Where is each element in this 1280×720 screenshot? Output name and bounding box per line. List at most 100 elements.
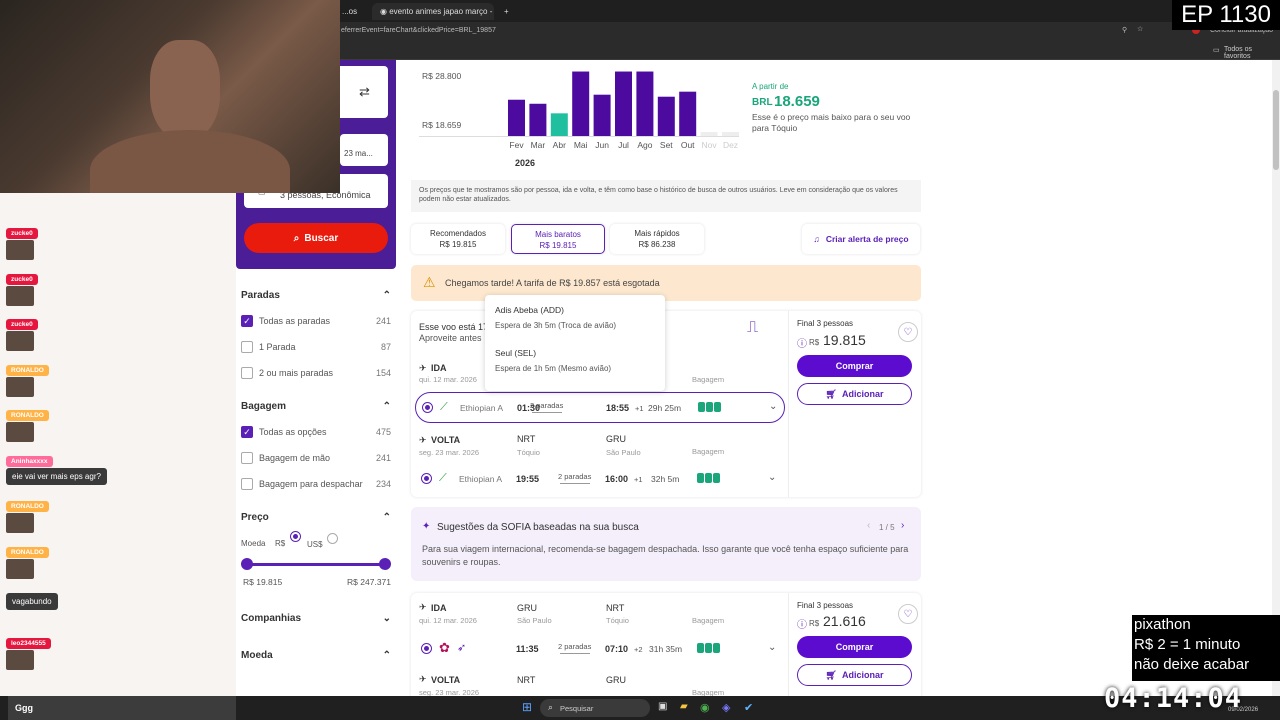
filter-option[interactable]: 1 Parada 87 xyxy=(241,341,391,353)
price-slider[interactable] xyxy=(241,557,391,577)
chevron-down-icon[interactable]: ⌄ xyxy=(768,472,776,483)
streamer-face xyxy=(150,40,220,140)
filter-section-bagagem[interactable]: Bagagem ⌃ xyxy=(241,401,391,412)
filter-section-paradas[interactable]: Paradas ⌃ xyxy=(241,290,391,301)
checkbox[interactable] xyxy=(241,341,253,353)
from-description: Esse é o preço mais baixo para o seu voo… xyxy=(752,112,911,133)
disclaimer-text: Os preços que te mostramos são por pesso… xyxy=(419,187,898,203)
flight-leg-volta[interactable]: ⟋ Ethiopian A 19:55 2 paradas 16:00 +1 3… xyxy=(415,464,785,494)
chat-input-area[interactable]: Ggg xyxy=(8,696,236,720)
chevron-left-icon[interactable]: ‹ xyxy=(867,520,870,531)
star-icon[interactable]: ☆ xyxy=(1137,25,1143,33)
sofia-text: Para sua viagem internacional, recomenda… xyxy=(422,544,909,567)
leg-radio[interactable] xyxy=(421,643,432,654)
flight-leg-ida-selected[interactable]: ⟋ Ethiopian A 01:30 2 paradas 18:55 +1 2… xyxy=(415,392,785,423)
chat-username: zucke0 xyxy=(6,319,38,330)
sort-tabs: Recomendados R$ 19.815 Mais baratos R$ 19.8… xyxy=(411,224,921,254)
search-button[interactable]: ⌕ Buscar xyxy=(244,223,388,253)
filter-option[interactable]: ✓ Todas as paradas 241 xyxy=(241,315,391,327)
heart-icon[interactable]: ♡ xyxy=(898,322,918,342)
chevron-down-icon[interactable]: ⌄ xyxy=(768,642,776,653)
bar-mar[interactable] xyxy=(529,103,547,136)
bar-out[interactable] xyxy=(679,91,697,136)
date-field[interactable]: 23 ma... xyxy=(340,134,388,166)
task-view-icon[interactable]: ▣ xyxy=(658,701,667,712)
swap-icon[interactable]: ⇄ xyxy=(359,84,370,100)
scrollbar-thumb[interactable] xyxy=(1273,90,1279,170)
windows-start-icon[interactable]: ⊞ xyxy=(522,700,532,714)
sparkle-icon: ✦ xyxy=(422,521,431,532)
all-bookmarks[interactable]: Todos os favoritos xyxy=(1224,46,1280,60)
discord-icon[interactable]: ◈ xyxy=(722,701,730,714)
buy-button[interactable]: Comprar xyxy=(797,355,912,377)
price-range-labels: R$ 19.815 R$ 247.371 xyxy=(241,577,391,591)
chevron-up-icon[interactable]: ⌃ xyxy=(383,290,391,301)
leg-radio[interactable] xyxy=(421,473,432,484)
filter-section-companhias[interactable]: Companhias ⌄ xyxy=(241,613,391,624)
add-to-cart-button[interactable]: 🛒︎ Adicionar xyxy=(797,664,912,686)
stop1-title: Adis Abeba (ADD) xyxy=(495,305,564,315)
flight-leg-ida[interactable]: ✿ ➶ 11:35 2 paradas 07:10 +2 31h 35m ⌄ xyxy=(415,634,785,664)
slider-max-handle[interactable] xyxy=(379,558,391,570)
chevron-right-icon[interactable]: › xyxy=(901,520,904,531)
bar-jun[interactable] xyxy=(593,94,611,136)
checkbox[interactable] xyxy=(241,452,253,464)
bar-ago[interactable] xyxy=(636,71,654,136)
filter-option[interactable]: 2 ou mais paradas 154 xyxy=(241,367,391,379)
sort-tab[interactable]: Recomendados R$ 19.815 xyxy=(411,224,505,254)
file-explorer-icon[interactable]: ▰ xyxy=(680,701,688,712)
stops-label[interactable]: 2 paradas xyxy=(558,642,591,651)
new-tab-button[interactable]: + xyxy=(496,3,517,20)
month-label: Fev xyxy=(509,140,524,150)
price-trend-icon: ⎍ xyxy=(747,319,759,336)
origin-code: NRT xyxy=(517,434,536,444)
month-label: Set xyxy=(660,140,673,150)
chrome-icon[interactable]: ◉ xyxy=(700,701,710,714)
add-to-cart-button[interactable]: 🛒︎ Adicionar xyxy=(797,383,912,405)
chevron-down-icon[interactable]: ⌄ xyxy=(383,613,391,624)
checkbox[interactable] xyxy=(241,478,253,490)
bar-abr[interactable] xyxy=(550,113,568,136)
bar-mai[interactable] xyxy=(572,71,590,136)
checkbox-checked[interactable]: ✓ xyxy=(241,426,253,438)
currency-brl-radio[interactable] xyxy=(290,531,301,542)
chevron-up-icon[interactable]: ⌃ xyxy=(383,650,391,661)
chat-text: vagabundo xyxy=(6,593,58,610)
filter-option[interactable]: Bagagem de mão 241 xyxy=(241,452,391,464)
app-icon[interactable]: ✔ xyxy=(744,701,753,714)
filter-option[interactable]: ✓ Todas as opções 475 xyxy=(241,426,391,438)
price-alert-button[interactable]: ♫ Criar alerta de preço xyxy=(802,224,920,254)
taskbar-search[interactable]: ⌕ Pesquisar xyxy=(540,699,650,717)
sort-tab[interactable]: Mais rápidos R$ 86.238 xyxy=(610,224,704,254)
page-scrollbar[interactable] xyxy=(1272,60,1280,696)
currency-usd-radio[interactable] xyxy=(327,533,338,544)
bar-fev[interactable] xyxy=(508,99,525,136)
filter-option[interactable]: Bagagem para despachar 234 xyxy=(241,478,391,490)
month-label: Abr xyxy=(553,140,566,150)
globe-icon: ◉ xyxy=(380,7,390,16)
currency-selector: Moeda R$ US$ xyxy=(241,531,391,557)
add-label: Adicionar xyxy=(841,389,884,399)
filter-section-preco[interactable]: Preço ⌃ xyxy=(241,512,391,523)
final-price-label: Final 3 pessoas xyxy=(797,601,854,610)
stops-label[interactable]: 2 paradas xyxy=(558,472,591,481)
buy-button[interactable]: Comprar xyxy=(797,636,912,658)
bar-jul[interactable] xyxy=(615,71,632,136)
chevron-up-icon[interactable]: ⌃ xyxy=(383,512,391,523)
chevron-up-icon[interactable]: ⌃ xyxy=(383,401,391,412)
browser-tab-active[interactable]: ◉ evento animes japao março - F xyxy=(372,3,494,20)
filter-section-moeda[interactable]: Moeda ⌃ xyxy=(241,650,391,661)
chevron-down-icon[interactable]: ⌄ xyxy=(769,401,777,412)
slider-min-handle[interactable] xyxy=(241,558,253,570)
radio-dot xyxy=(293,534,298,539)
leg-radio[interactable] xyxy=(422,402,433,413)
zoom-icon[interactable]: ⚲ xyxy=(1122,26,1127,34)
chat-avatar xyxy=(6,377,34,397)
checkbox[interactable] xyxy=(241,367,253,379)
checkbox-checked[interactable]: ✓ xyxy=(241,315,253,327)
episode-badge: EP 1130 xyxy=(1172,0,1280,30)
heart-icon[interactable]: ♡ xyxy=(898,604,918,624)
stops-label[interactable]: 2 paradas xyxy=(530,401,563,410)
sort-tab[interactable]: Mais baratos R$ 19.815 xyxy=(511,224,605,254)
bar-set[interactable] xyxy=(657,96,675,136)
